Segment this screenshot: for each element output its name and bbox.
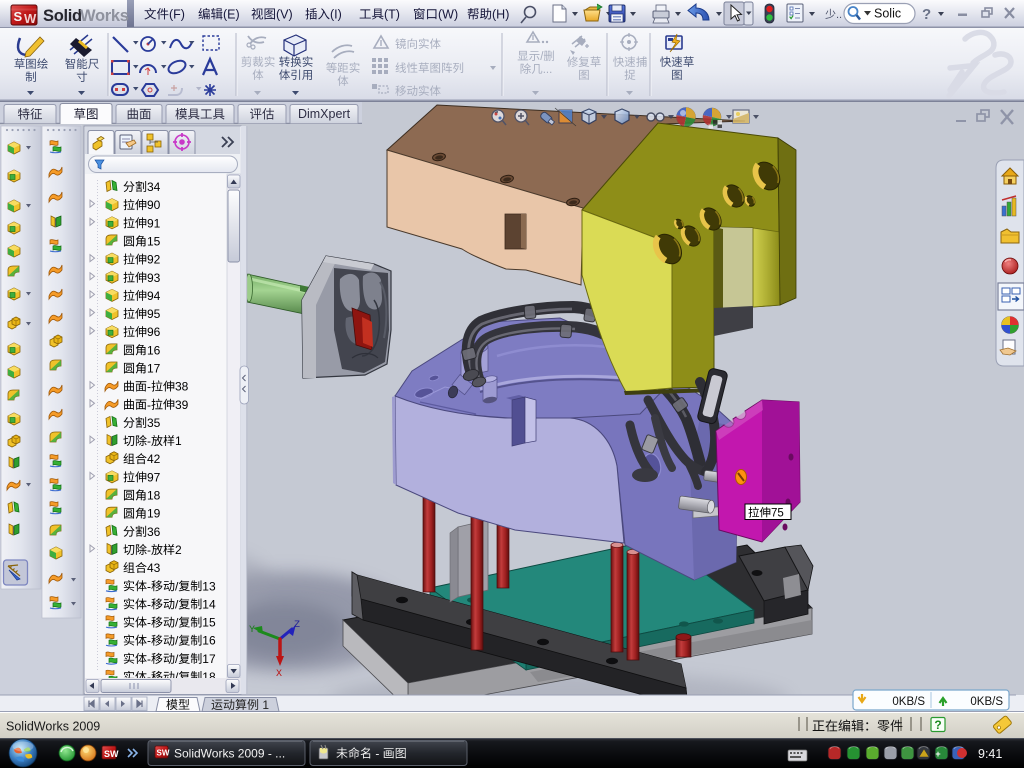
svg-text:2: 2	[175, 543, 182, 557]
svg-text:92: 92	[147, 253, 161, 267]
svg-text:36: 36	[147, 525, 161, 539]
svg-text:Solid: Solid	[43, 7, 82, 25]
svg-text:90: 90	[147, 198, 161, 212]
svg-text:(W): (W)	[438, 8, 458, 22]
svg-text:...: ...	[543, 64, 553, 76]
svg-text:1: 1	[175, 434, 182, 448]
svg-text:16: 16	[202, 634, 216, 648]
svg-text:16: 16	[147, 343, 161, 357]
svg-text:17: 17	[147, 362, 161, 376]
svg-text:..: ..	[836, 9, 842, 21]
svg-text:43: 43	[147, 561, 161, 575]
svg-text:96: 96	[147, 325, 161, 339]
svg-text:SW: SW	[157, 749, 170, 758]
svg-text:-: -	[147, 616, 151, 630]
svg-text:34: 34	[147, 180, 161, 194]
svg-text:Z: Z	[294, 620, 300, 631]
svg-text:SW: SW	[104, 749, 119, 759]
svg-text:14: 14	[202, 597, 216, 611]
svg-text:18: 18	[147, 489, 161, 503]
svg-text:94: 94	[147, 289, 161, 303]
svg-text:X: X	[276, 669, 282, 680]
svg-text:0KB/S: 0KB/S	[970, 696, 1003, 708]
svg-text:?: ?	[934, 718, 941, 732]
svg-text:75: 75	[771, 508, 784, 520]
svg-text:91: 91	[147, 216, 161, 230]
svg-text:19: 19	[147, 507, 161, 521]
svg-text:0KB/S: 0KB/S	[892, 696, 925, 708]
svg-text:(H): (H)	[492, 8, 509, 22]
svg-text:SolidWorks 2009: SolidWorks 2009	[6, 720, 100, 734]
svg-text:38: 38	[175, 380, 189, 394]
svg-text:-: -	[147, 652, 151, 666]
svg-text:39: 39	[175, 398, 189, 412]
svg-text:95: 95	[147, 307, 161, 321]
svg-text:-: -	[147, 634, 151, 648]
svg-text:Solic: Solic	[874, 7, 901, 21]
svg-text:?: ?	[922, 6, 931, 23]
svg-text:1: 1	[259, 698, 269, 712]
svg-text:9:41: 9:41	[978, 747, 1002, 761]
svg-text:DimXpert: DimXpert	[298, 107, 351, 121]
svg-text:97: 97	[147, 470, 161, 484]
svg-text:17: 17	[202, 652, 216, 666]
svg-text:-: -	[147, 597, 151, 611]
svg-text:(F): (F)	[169, 8, 185, 22]
svg-text:+: +	[935, 749, 940, 759]
svg-text:(T): (T)	[384, 8, 400, 22]
svg-text:42: 42	[147, 452, 161, 466]
svg-text:Works: Works	[80, 7, 129, 25]
svg-text:-: -	[147, 398, 151, 412]
svg-text:-: -	[147, 543, 151, 557]
svg-text:(V): (V)	[276, 8, 293, 22]
svg-text:15: 15	[202, 616, 216, 630]
svg-text:W: W	[24, 11, 37, 26]
svg-text:93: 93	[147, 271, 161, 285]
svg-text:(E): (E)	[223, 8, 240, 22]
svg-text:SolidWorks 2009 - ...: SolidWorks 2009 - ...	[174, 747, 285, 761]
svg-text:13: 13	[202, 579, 216, 593]
svg-text:S: S	[14, 9, 23, 24]
svg-text:(I): (I)	[330, 8, 342, 22]
svg-text:15: 15	[147, 235, 161, 249]
svg-text:-: -	[147, 380, 151, 394]
svg-text:-: -	[147, 579, 151, 593]
svg-text:Y: Y	[249, 625, 255, 636]
svg-text:35: 35	[147, 416, 161, 430]
svg-text:-: -	[147, 434, 151, 448]
svg-text:-: -	[372, 747, 383, 761]
